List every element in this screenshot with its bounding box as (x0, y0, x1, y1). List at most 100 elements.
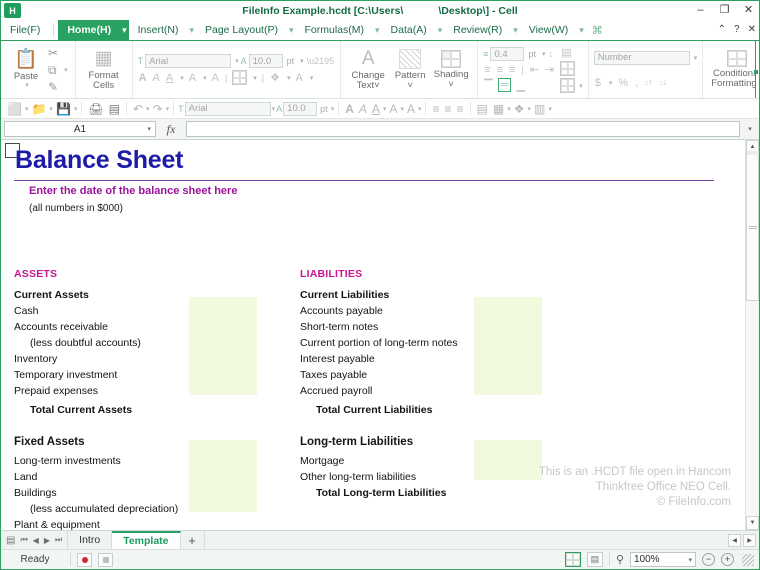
italic-icon[interactable]: A (152, 72, 161, 84)
align-center-icon[interactable]: ≡ (496, 64, 504, 76)
qat-wrap-text-icon[interactable]: ▤ (475, 102, 490, 116)
sheet-tab-template[interactable]: Template (112, 531, 181, 549)
zoom-dropdown-icon[interactable]: ▾ (688, 556, 692, 564)
assets-fixed-input-block[interactable] (189, 440, 257, 512)
more-font-icon[interactable]: A (295, 72, 304, 84)
liabilities-longterm-input-block[interactable] (474, 440, 542, 480)
scroll-down-button[interactable]: ▼ (746, 516, 759, 530)
underline-dropdown-icon[interactable]: ▾ (178, 74, 184, 82)
open-file-icon[interactable]: 📁 (29, 102, 48, 116)
font-size-stepper[interactable]: \u2195 (306, 56, 336, 66)
assets-current-input-block[interactable] (189, 297, 257, 395)
valign-bottom-icon[interactable]: ▁ (515, 79, 525, 92)
change-text-button[interactable]: A Change Text˅ (346, 43, 390, 96)
font-name-dropdown-icon[interactable]: ▾ (233, 57, 239, 65)
zoom-icon[interactable]: ⚲ (616, 553, 624, 566)
paste-button[interactable]: 📋 Paste ▾ (6, 43, 46, 96)
indent-input[interactable]: 0.4 (490, 47, 525, 61)
view-normal-button[interactable] (564, 552, 581, 567)
qat-borders-icon[interactable]: ▦ (491, 102, 506, 116)
formula-expand-icon[interactable]: ▾ (744, 125, 756, 133)
more-font-dropdown-icon[interactable]: ▾ (308, 74, 314, 82)
currency-format-icon[interactable]: $ (594, 77, 602, 89)
font-color-dropdown-icon[interactable]: ▾ (201, 74, 207, 82)
increase-decimal-icon[interactable]: ։↑ (644, 77, 654, 88)
menu-caret-formulas-icon[interactable]: ▾ (373, 20, 382, 40)
align-right-icon[interactable]: ≡ (508, 64, 516, 76)
menu-item-file[interactable]: File(F) (1, 20, 49, 40)
tell-me-icon[interactable]: ⌘ (586, 20, 609, 40)
qat-borders-dropdown-icon[interactable]: ▾ (507, 105, 511, 113)
formula-input[interactable] (186, 121, 740, 137)
highlight-color-icon[interactable]: A (211, 72, 220, 84)
fill-color-icon[interactable]: ❖ (269, 71, 281, 84)
menu-item-formulas[interactable]: Formulas(M) (295, 20, 373, 40)
valign-top-icon[interactable]: ▔ (483, 79, 493, 92)
format-painter-icon[interactable]: ✎ (48, 80, 58, 94)
borders-icon[interactable] (232, 70, 248, 85)
merge-dropdown-icon[interactable]: ▾ (577, 82, 583, 90)
qat-merge-dropdown-icon[interactable]: ▾ (548, 105, 552, 113)
spreadsheet-canvas[interactable]: Balance Sheet Enter the date of the bala… (1, 140, 745, 530)
window-resize-grip[interactable] (742, 553, 754, 566)
paste-dropdown-icon[interactable]: ▾ (23, 82, 29, 89)
menu-caret-view-icon[interactable]: ▾ (577, 20, 586, 40)
conditional-formatting-button[interactable]: Conditional Formatting˅ (708, 43, 759, 96)
menu-item-view[interactable]: View(W) (520, 20, 577, 40)
name-box[interactable]: A1 ▾ (4, 121, 156, 137)
number-format-select[interactable]: Number (593, 50, 690, 65)
qat-highlight-icon[interactable]: A (405, 102, 417, 116)
font-color-icon[interactable]: A (188, 72, 197, 84)
qat-font-name-input[interactable]: Arial (184, 101, 271, 116)
font-size-input[interactable]: 10.0 (248, 54, 283, 68)
undo-dropdown-icon[interactable]: ▾ (146, 105, 150, 113)
borders-dropdown-icon[interactable]: ▾ (251, 74, 257, 82)
redo-icon[interactable]: ↷ (151, 102, 165, 116)
help-icon[interactable]: ? (734, 24, 740, 35)
menu-caret-data-icon[interactable]: ▾ (436, 20, 445, 40)
redo-dropdown-icon[interactable]: ▾ (166, 105, 170, 113)
increase-indent-icon[interactable]: ⇥ (544, 63, 555, 76)
copy-dropdown-icon[interactable]: ▾ (62, 66, 68, 74)
print-icon[interactable]: 🖨 (86, 102, 105, 116)
decrease-decimal-icon[interactable]: ։↓ (659, 77, 669, 88)
qat-fill-dropdown-icon[interactable]: ▾ (528, 105, 532, 113)
font-size-dropdown-icon[interactable]: ▾ (298, 57, 304, 65)
zoom-in-button[interactable]: + (721, 553, 734, 566)
vertical-scrollbar[interactable]: ▲ ▼ (745, 140, 759, 530)
add-sheet-button[interactable]: + (181, 531, 205, 549)
cut-icon[interactable]: ✂ (48, 46, 58, 60)
new-sheet-icon[interactable]: ▤ (6, 535, 15, 546)
qat-align-right-icon[interactable]: ≡ (455, 102, 466, 116)
underline-icon[interactable]: A (165, 72, 174, 84)
qat-align-center-icon[interactable]: ≡ (443, 102, 454, 116)
close-document-icon[interactable]: ✕ (748, 24, 756, 35)
merge-cells-icon[interactable] (560, 61, 576, 76)
horizontal-scroll-track[interactable] (205, 531, 725, 549)
undo-icon[interactable]: ↶ (131, 102, 145, 116)
indent-dropdown-icon[interactable]: ▾ (540, 50, 546, 58)
sheet-tab-intro[interactable]: Intro (68, 531, 113, 549)
qat-underline-icon[interactable]: A (370, 102, 382, 116)
align-left-icon[interactable]: ≡ (483, 64, 491, 76)
qat-font-size-dropdown-icon[interactable]: ▾ (331, 105, 335, 113)
liabilities-current-input-block[interactable] (474, 297, 542, 395)
menu-item-home[interactable]: Home(H) (58, 20, 121, 40)
split-handle[interactable] (747, 151, 759, 155)
save-file-icon[interactable]: 💾 (54, 102, 73, 116)
zoom-level-input[interactable]: 100% ▾ (630, 552, 696, 567)
percent-format-icon[interactable]: % (617, 77, 629, 89)
nav-prev-sheet-icon[interactable]: ◀ (33, 536, 39, 545)
shading-button[interactable]: Shading ˅ (430, 43, 472, 96)
pattern-button[interactable]: Pattern ˅ (390, 43, 430, 96)
qat-fill-color-icon[interactable]: ❖ (512, 102, 527, 116)
hscroll-right-button[interactable]: ▶ (743, 533, 756, 547)
menu-item-page-layout[interactable]: Page Layout(P) (196, 20, 287, 40)
qat-font-name-dropdown-icon[interactable]: ▾ (272, 105, 276, 113)
qat-bold-icon[interactable]: A (343, 102, 356, 116)
bold-icon[interactable]: A (138, 72, 148, 84)
new-file-dropdown-icon[interactable]: ▾ (25, 105, 29, 113)
vertical-scroll-track[interactable] (746, 151, 759, 516)
open-file-dropdown-icon[interactable]: ▾ (49, 105, 53, 113)
menu-caret-home-icon[interactable]: ▾ (120, 20, 129, 40)
